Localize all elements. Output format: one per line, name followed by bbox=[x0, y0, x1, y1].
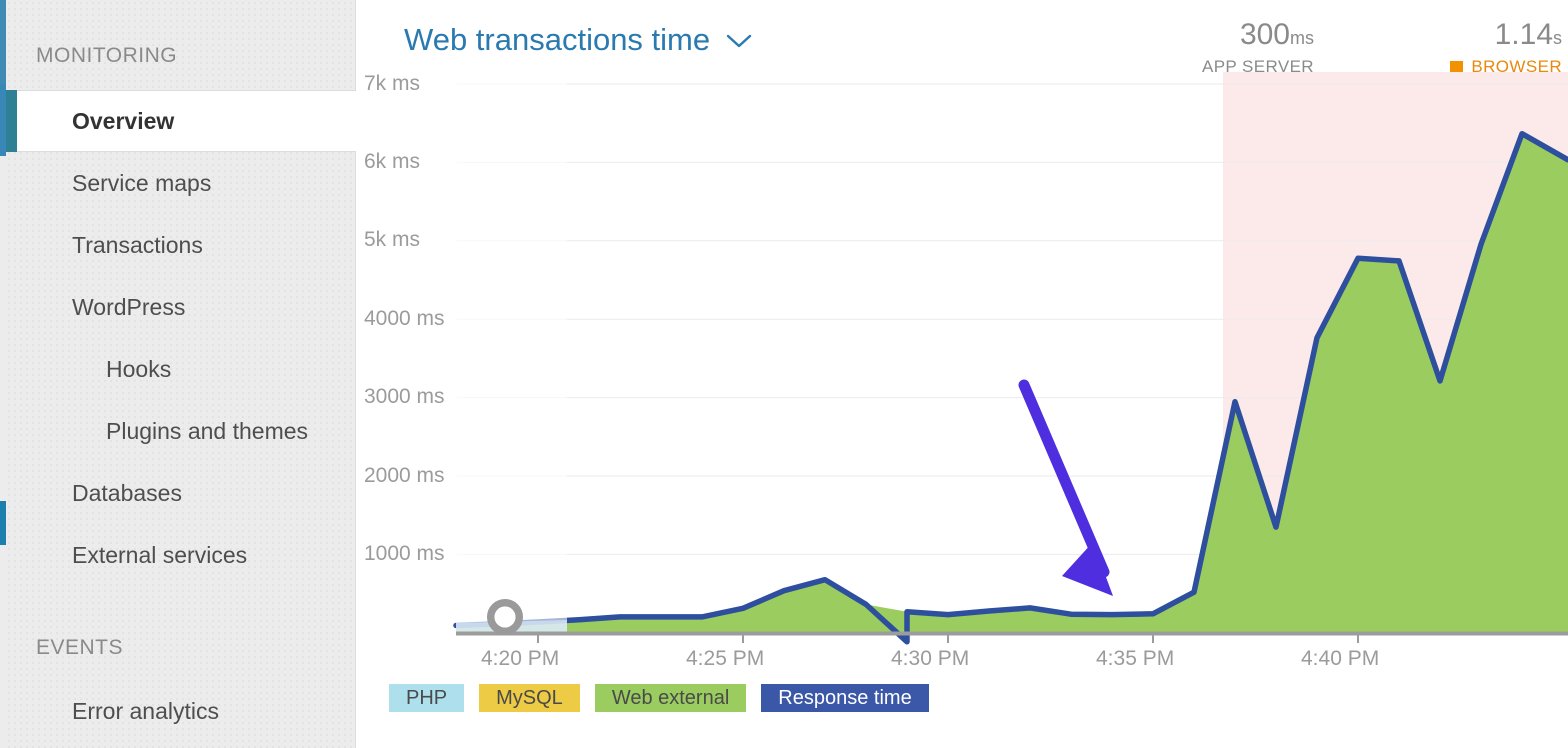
legend-item-web-external[interactable]: Web external bbox=[595, 684, 746, 712]
metric-browser: 1.14s BROWSER bbox=[1450, 20, 1562, 77]
sidebar-section-monitoring: MONITORING bbox=[36, 44, 177, 68]
y-tick-label: 6k ms bbox=[364, 150, 420, 174]
sidebar-item-label: Error analytics bbox=[6, 698, 219, 725]
sidebar-item-wordpress[interactable]: WordPress bbox=[6, 276, 356, 338]
y-tick-label: 1000 ms bbox=[364, 542, 445, 566]
annotation-arrow bbox=[1024, 385, 1113, 596]
no-data-overlay bbox=[456, 72, 567, 633]
active-accent-bar bbox=[6, 90, 17, 152]
chart-header: Web transactions time 300ms APP SERVER 1… bbox=[356, 0, 1568, 72]
legend-item-php[interactable]: PHP bbox=[389, 684, 464, 712]
app-root: MONITORING Overview Service maps Transac… bbox=[0, 0, 1568, 748]
y-tick-label: 7k ms bbox=[364, 72, 420, 96]
x-tick-label: 4:40 PM bbox=[1301, 647, 1379, 671]
sidebar: MONITORING Overview Service maps Transac… bbox=[0, 0, 356, 748]
sidebar-item-transactions[interactable]: Transactions bbox=[6, 214, 356, 276]
main-content: Web transactions time 300ms APP SERVER 1… bbox=[356, 0, 1568, 748]
sidebar-item-overview[interactable]: Overview bbox=[6, 90, 356, 152]
web-transactions-time-chart[interactable] bbox=[356, 72, 1568, 672]
sidebar-item-label: External services bbox=[6, 542, 247, 569]
legend-label: Web external bbox=[612, 687, 729, 710]
sidebar-section-events: EVENTS bbox=[36, 636, 123, 660]
y-tick-label: 3000 ms bbox=[364, 385, 445, 409]
x-tick-label: 4:35 PM bbox=[1096, 647, 1174, 671]
sidebar-item-error-analytics[interactable]: Error analytics bbox=[6, 680, 356, 742]
sidebar-item-label: Plugins and themes bbox=[6, 418, 308, 445]
x-tick-label: 4:20 PM bbox=[481, 647, 559, 671]
sidebar-item-service-maps[interactable]: Service maps bbox=[6, 152, 356, 214]
sidebar-item-external-services[interactable]: External services bbox=[6, 524, 356, 586]
legend-label: MySQL bbox=[496, 687, 563, 710]
chart-area: 7k ms 6k ms 5k ms 4000 ms 3000 ms 2000 m… bbox=[356, 72, 1568, 672]
sidebar-item-hooks[interactable]: Hooks bbox=[6, 338, 356, 400]
sidebar-item-label: Databases bbox=[6, 480, 182, 507]
donut-marker[interactable] bbox=[491, 603, 519, 631]
page-title: Web transactions time bbox=[404, 22, 710, 58]
sidebar-item-label: WordPress bbox=[6, 294, 185, 321]
y-tick-label: 2000 ms bbox=[364, 464, 445, 488]
sidebar-item-plugins-and-themes[interactable]: Plugins and themes bbox=[6, 400, 356, 462]
legend-label: PHP bbox=[406, 687, 447, 710]
y-tick-label: 5k ms bbox=[364, 228, 420, 252]
sidebar-item-label: Transactions bbox=[6, 232, 203, 259]
sidebar-item-databases[interactable]: Databases bbox=[6, 462, 356, 524]
sidebar-item-label: Overview bbox=[6, 108, 174, 135]
x-tick-label: 4:30 PM bbox=[891, 647, 969, 671]
chart-title-dropdown[interactable]: Web transactions time bbox=[404, 22, 752, 58]
legend-item-response-time[interactable]: Response time bbox=[761, 684, 928, 712]
sidebar-item-label: Service maps bbox=[6, 170, 211, 197]
y-tick-label: 4000 ms bbox=[364, 307, 445, 331]
chevron-down-icon[interactable] bbox=[726, 31, 752, 53]
legend-item-mysql[interactable]: MySQL bbox=[479, 684, 580, 712]
chart-legend: PHP MySQL Web external Response time bbox=[389, 684, 929, 712]
metric-app-server: 300ms APP SERVER bbox=[1202, 20, 1314, 77]
sidebar-item-label: Hooks bbox=[6, 356, 171, 383]
metric-value: 1.14s bbox=[1450, 20, 1562, 50]
x-tick-label: 4:25 PM bbox=[686, 647, 764, 671]
metric-value: 300ms bbox=[1202, 20, 1314, 50]
legend-label: Response time bbox=[778, 687, 911, 710]
